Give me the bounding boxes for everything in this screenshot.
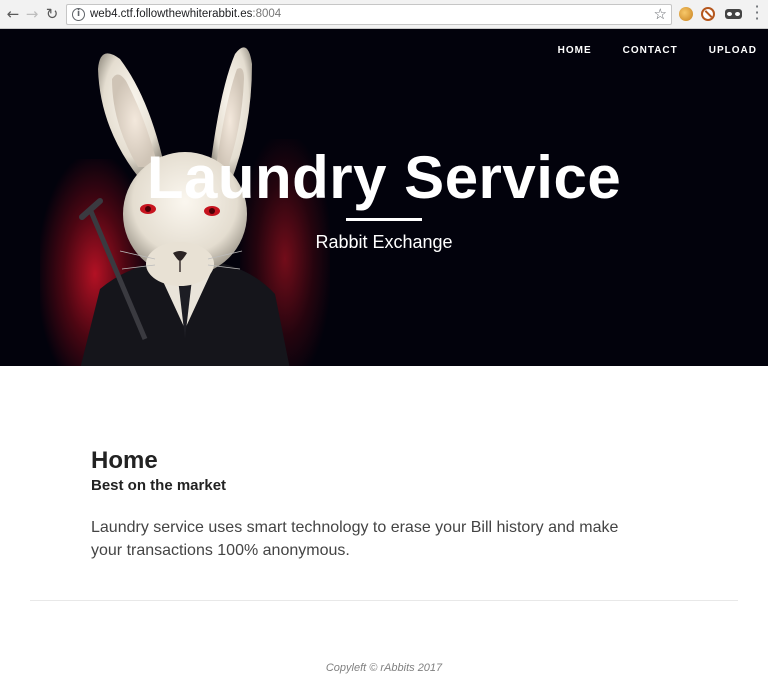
star-icon[interactable]: ☆ bbox=[654, 5, 667, 23]
page-title: Home bbox=[91, 447, 158, 474]
back-button[interactable]: ← bbox=[3, 4, 23, 24]
incognito-extension-icon[interactable] bbox=[725, 9, 742, 19]
url-text[interactable]: web4.ctf.followthewhiterabbit.es:8004 bbox=[90, 8, 281, 20]
cookie-extension-icon[interactable] bbox=[679, 7, 693, 21]
nav-upload-link[interactable]: UPLOAD bbox=[709, 45, 757, 56]
address-bar[interactable]: i web4.ctf.followthewhiterabbit.es:8004 … bbox=[66, 4, 672, 25]
hero-title: Laundry Service bbox=[146, 144, 622, 211]
reload-button[interactable]: ↻ bbox=[42, 4, 62, 24]
more-vert-icon[interactable]: · · · bbox=[754, 0, 760, 27]
nav-contact-link[interactable]: CONTACT bbox=[623, 45, 678, 56]
page-description: Laundry service uses smart technology to… bbox=[91, 519, 619, 559]
url-port: :8004 bbox=[252, 8, 282, 20]
main-section: Home Best on the market Laundry service … bbox=[91, 447, 691, 562]
hero-banner: HOME CONTACT UPLOAD Laundry Service Rabb… bbox=[0, 29, 768, 366]
reload-icon: ↻ bbox=[45, 5, 59, 23]
hero-divider bbox=[346, 218, 422, 221]
nav-home-link[interactable]: HOME bbox=[558, 45, 592, 56]
info-icon[interactable]: i bbox=[72, 8, 85, 21]
footer-copyright: Copyleft © rAbbits 2017 bbox=[325, 662, 443, 674]
arrow-left-icon: ← bbox=[6, 5, 20, 23]
site-nav: HOME CONTACT UPLOAD bbox=[558, 45, 757, 56]
content-divider bbox=[30, 600, 738, 601]
forward-button[interactable]: → bbox=[22, 4, 42, 24]
page-subtitle: Best on the market bbox=[91, 477, 227, 494]
browser-toolbar: ← → ↻ i web4.ctf.followthewhiterabbit.es… bbox=[0, 0, 768, 29]
arrow-right-icon: → bbox=[25, 5, 39, 23]
hero-subtitle: Rabbit Exchange bbox=[315, 232, 453, 252]
url-host: web4.ctf.followthewhiterabbit.es bbox=[90, 8, 253, 20]
blocker-extension-icon[interactable] bbox=[701, 7, 715, 21]
